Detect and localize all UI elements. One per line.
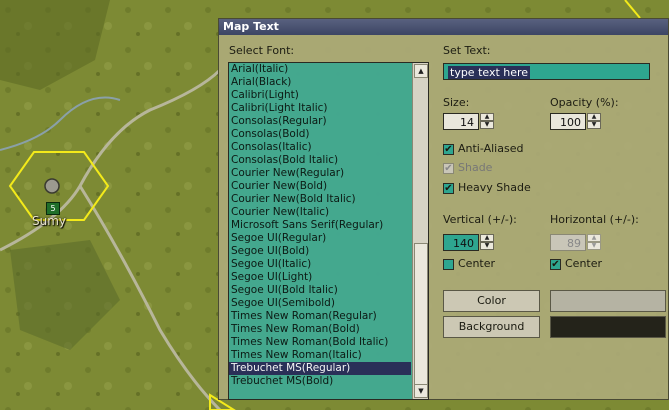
font-list-item[interactable]: Trebuchet MS(Regular) [229, 362, 411, 375]
select-font-label: Select Font: [229, 44, 295, 57]
vertical-field[interactable]: 140 [443, 234, 479, 251]
shade-checkbox[interactable]: ✔ [443, 162, 454, 174]
vertical-center-label: Center [458, 257, 496, 270]
stepper-down-icon[interactable]: ▼ [480, 121, 494, 129]
font-list-item[interactable]: Trebuchet MS(Bold) [229, 375, 411, 388]
horizontal-label: Horizontal (+/-): [550, 213, 639, 226]
font-list-item[interactable]: Courier New(Bold Italic) [229, 193, 411, 206]
dialog-title[interactable]: Map Text [219, 19, 668, 35]
font-list-item[interactable]: Times New Roman(Bold) [229, 323, 411, 336]
color-button[interactable]: Color [443, 290, 540, 312]
font-list-item[interactable]: Segoe UI(Bold Italic) [229, 284, 411, 297]
vertical-center-option[interactable]: Center [443, 257, 495, 271]
text-input-value: type text here [448, 66, 531, 79]
font-list-item[interactable]: Times New Roman(Bold Italic) [229, 336, 411, 349]
font-list-item[interactable]: Arial(Italic) [229, 63, 411, 76]
font-list-item[interactable]: Segoe UI(Light) [229, 271, 411, 284]
anti-aliased-option[interactable]: ✔ Anti-Aliased [443, 142, 523, 156]
opacity-stepper[interactable]: ▲ ▼ [587, 113, 601, 130]
heavy-shade-option[interactable]: ✔ Heavy Shade [443, 181, 531, 195]
shade-option[interactable]: ✔ Shade [443, 161, 492, 175]
font-list[interactable]: Arial(Italic) Arial(Black) Calibri(Light) C… [228, 62, 429, 400]
size-stepper[interactable]: ▲ ▼ [480, 113, 494, 130]
heavy-shade-checkbox[interactable]: ✔ [443, 182, 454, 194]
horizontal-center-option[interactable]: ✔ Center [550, 257, 602, 271]
font-list-item[interactable]: Consolas(Italic) [229, 141, 411, 154]
font-list-scrollbar[interactable]: ▲ ▼ [412, 63, 428, 399]
set-text-label: Set Text: [443, 44, 491, 57]
stepper-down-icon[interactable]: ▼ [480, 242, 494, 250]
town-marker [44, 178, 60, 194]
horizontal-center-label: Center [565, 257, 603, 270]
font-list-item[interactable]: Courier New(Bold) [229, 180, 411, 193]
background-color-swatch[interactable] [550, 316, 666, 338]
font-list-item[interactable]: Segoe UI(Bold) [229, 245, 411, 258]
stepper-up-icon[interactable]: ▲ [587, 113, 601, 121]
anti-aliased-label: Anti-Aliased [458, 142, 524, 155]
background-button[interactable]: Background [443, 316, 540, 338]
horizontal-field[interactable]: 89 [550, 234, 586, 251]
stepper-up-icon[interactable]: ▲ [480, 234, 494, 242]
vertical-label: Vertical (+/-): [443, 213, 517, 226]
map-text-dialog: Map Text Select Font: Arial(Italic) Arial… [218, 18, 669, 400]
size-label: Size: [443, 96, 470, 109]
font-list-item[interactable]: Times New Roman(Regular) [229, 310, 411, 323]
stepper-down-icon[interactable]: ▼ [587, 121, 601, 129]
font-list-item[interactable]: Calibri(Light) [229, 89, 411, 102]
vertical-center-checkbox[interactable] [443, 258, 454, 270]
font-list-item[interactable]: Segoe UI(Italic) [229, 258, 411, 271]
size-field[interactable]: 14 [443, 113, 479, 130]
font-list-item[interactable]: Courier New(Italic) [229, 206, 411, 219]
opacity-field[interactable]: 100 [550, 113, 586, 130]
horizontal-center-checkbox[interactable]: ✔ [550, 258, 561, 270]
opacity-label: Opacity (%): [550, 96, 619, 109]
font-list-item[interactable]: Microsoft Sans Serif(Regular) [229, 219, 411, 232]
scroll-down-icon[interactable]: ▼ [414, 384, 428, 398]
scroll-thumb[interactable] [414, 243, 428, 385]
font-list-item[interactable]: Arial(Black) [229, 76, 411, 89]
scroll-up-icon[interactable]: ▲ [414, 64, 428, 78]
font-list-item[interactable]: Calibri(Light Italic) [229, 102, 411, 115]
horizontal-stepper[interactable]: ▲ ▼ [587, 234, 601, 251]
vertical-stepper[interactable]: ▲ ▼ [480, 234, 494, 251]
font-list-item[interactable]: Courier New(Regular) [229, 167, 411, 180]
shade-label: Shade [458, 161, 493, 174]
text-input[interactable]: type text here [443, 63, 650, 80]
font-list-item[interactable]: Consolas(Bold) [229, 128, 411, 141]
town-label: Sumy [32, 214, 67, 228]
font-list-item[interactable]: Consolas(Regular) [229, 115, 411, 128]
heavy-shade-label: Heavy Shade [458, 181, 531, 194]
font-list-items[interactable]: Arial(Italic) Arial(Black) Calibri(Light) C… [229, 63, 411, 388]
font-list-item[interactable]: Times New Roman(Italic) [229, 349, 411, 362]
font-list-item[interactable]: Segoe UI(Regular) [229, 232, 411, 245]
stepper-up-icon[interactable]: ▲ [587, 234, 601, 242]
text-color-swatch[interactable] [550, 290, 666, 312]
font-list-item[interactable]: Segoe UI(Semibold) [229, 297, 411, 310]
anti-aliased-checkbox[interactable]: ✔ [443, 143, 454, 155]
stepper-up-icon[interactable]: ▲ [480, 113, 494, 121]
stepper-down-icon[interactable]: ▼ [587, 242, 601, 250]
font-list-item[interactable]: Consolas(Bold Italic) [229, 154, 411, 167]
